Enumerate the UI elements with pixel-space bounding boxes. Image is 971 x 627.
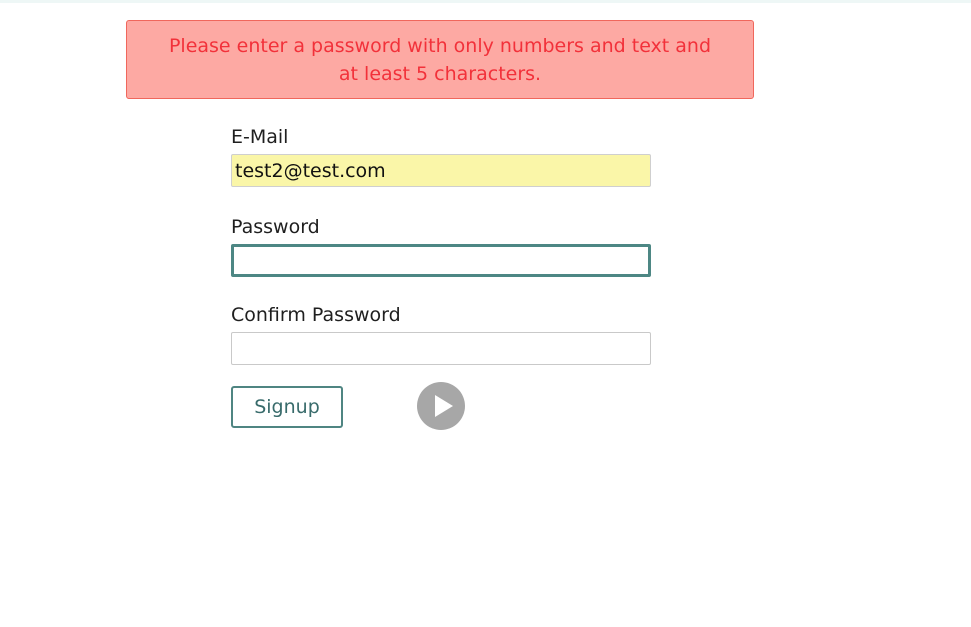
- confirm-password-field-group: Confirm Password: [231, 302, 651, 365]
- email-label: E-Mail: [231, 126, 289, 148]
- password-field-group: Password: [231, 214, 651, 277]
- top-divider: [0, 0, 971, 3]
- confirm-password-label: Confirm Password: [231, 304, 401, 326]
- password-field[interactable]: [231, 244, 651, 277]
- confirm-password-field[interactable]: [231, 332, 651, 365]
- email-field[interactable]: [231, 154, 651, 187]
- play-icon: [435, 395, 453, 417]
- error-alert: Please enter a password with only number…: [126, 20, 754, 99]
- error-message: Please enter a password with only number…: [168, 34, 712, 85]
- password-label: Password: [231, 216, 320, 238]
- email-field-group: E-Mail: [231, 124, 651, 187]
- signup-button[interactable]: Signup: [231, 386, 343, 428]
- video-play-button[interactable]: [417, 382, 465, 430]
